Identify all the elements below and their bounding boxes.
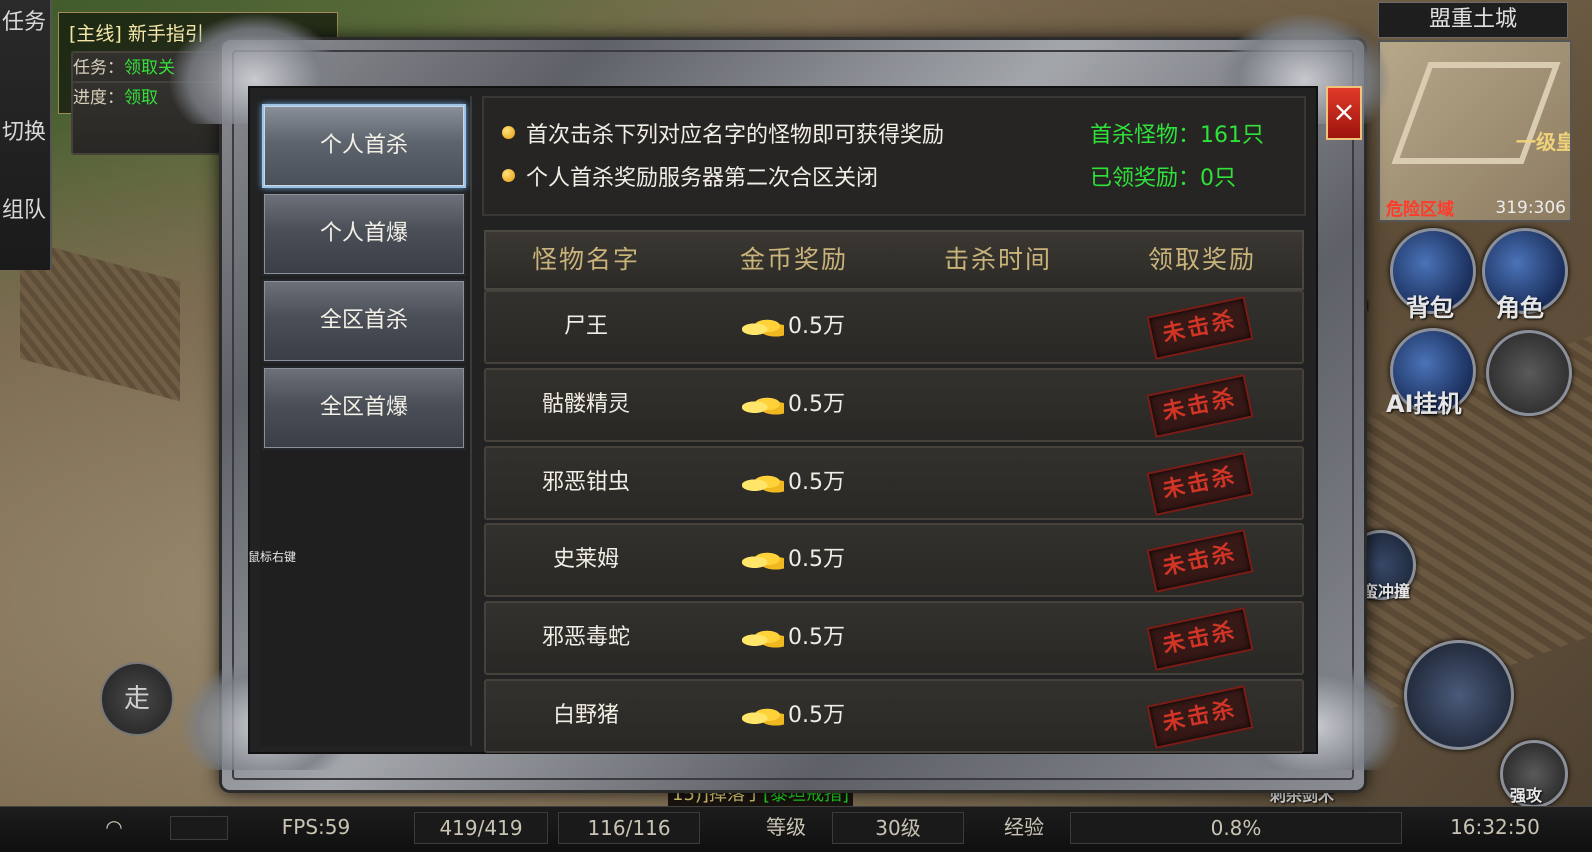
walk-toggle-button[interactable]: 走 [100, 662, 174, 736]
danger-zone-label: 危险区域 [1386, 200, 1454, 220]
not-killed-stamp: 未击杀 [1146, 374, 1254, 438]
gold-coin-icon [742, 705, 784, 727]
right-click-hint: 鼠标右键 [248, 550, 297, 564]
tab-server-first-drop[interactable]: 全区首爆 [262, 366, 466, 450]
gold-coin-icon [742, 472, 784, 494]
gold-amount: 0.5万 [788, 625, 845, 650]
close-button[interactable]: × [1326, 86, 1362, 140]
info-panel [482, 96, 1306, 216]
quest-toggle-button[interactable]: 任务 [2, 8, 46, 38]
column-claim-reward: 领取奖励 [1147, 245, 1256, 274]
table-row: 邪恶钳虫 0.5万 未击杀 [484, 446, 1304, 520]
first-kill-count: 首杀怪物：161只 [1090, 123, 1264, 148]
attack-button[interactable] [1404, 640, 1514, 750]
exp-value: 0.8% [1070, 812, 1402, 844]
gold-coin-icon [742, 394, 784, 416]
not-killed-stamp: 未击杀 [1146, 452, 1254, 516]
monster-name: 邪恶毒蛇 [541, 625, 630, 650]
minimap-place-label: 一级皇 [1516, 130, 1572, 154]
tab-personal-first-kill[interactable]: 个人首杀 [262, 104, 466, 188]
exp-label: 经验 [1004, 815, 1044, 839]
monster-name: 史莱姆 [552, 547, 619, 572]
info-line-2: 个人首杀奖励服务器第二次合区关闭 [526, 166, 879, 191]
gold-amount: 0.5万 [788, 314, 845, 339]
monster-name: 尸王 [563, 314, 608, 339]
gold-reward: 0.5万 [742, 525, 862, 595]
battery-icon [170, 816, 228, 840]
gold-amount: 0.5万 [788, 547, 845, 572]
hp-readout: 419/419 [414, 812, 548, 844]
quest-progress-value[interactable]: 领取 [124, 88, 158, 108]
wifi-icon: ◠ [105, 815, 123, 839]
quest-task-label: 任务： [73, 58, 124, 78]
bullet-icon [502, 126, 515, 139]
quest-task-value[interactable]: 领取关 [124, 58, 175, 78]
claimed-reward-count: 已领奖励：0只 [1090, 166, 1236, 191]
gold-amount: 0.5万 [788, 703, 845, 728]
gold-coin-icon [742, 549, 784, 571]
not-killed-stamp: 未击杀 [1146, 296, 1254, 360]
not-killed-stamp: 未击杀 [1146, 607, 1254, 671]
gold-reward: 0.5万 [742, 681, 862, 751]
monster-name: 白野猪 [552, 703, 619, 728]
column-gold-reward: 金币奖励 [739, 245, 848, 274]
monster-name: 邪恶钳虫 [541, 470, 630, 495]
character-label: 角色 [1496, 294, 1544, 322]
not-killed-stamp: 未击杀 [1146, 685, 1254, 749]
ai-auto-label: AI挂机 [1386, 390, 1462, 418]
table-header: 怪物名字 金币奖励 击杀时间 领取奖励 [484, 230, 1304, 290]
shuriken-skill-button[interactable] [1486, 330, 1572, 416]
level-value: 30级 [832, 812, 964, 844]
column-kill-time: 击杀时间 [943, 245, 1052, 274]
monster-name: 骷髅精灵 [541, 392, 630, 417]
table-row: 白野猪 0.5万 未击杀 [484, 679, 1304, 753]
player-coordinates: 319:306 [1495, 198, 1566, 218]
info-line-1: 首次击杀下列对应名字的怪物即可获得奖励 [526, 123, 945, 148]
gold-reward: 0.5万 [742, 292, 862, 362]
gold-amount: 0.5万 [788, 392, 845, 417]
minimap[interactable]: 一级皇 危险区域 319:306 [1378, 40, 1572, 222]
gold-coin-icon [742, 627, 784, 649]
gold-coin-icon [742, 316, 784, 338]
column-monster-name: 怪物名字 [531, 245, 640, 274]
quest-progress-label: 进度： [73, 88, 124, 108]
tab-server-first-kill[interactable]: 全区首杀 [262, 279, 466, 363]
level-label: 等级 [766, 815, 806, 839]
bag-label: 背包 [1406, 294, 1454, 322]
table-row: 尸王 0.5万 未击杀 [484, 290, 1304, 364]
gold-amount: 0.5万 [788, 470, 845, 495]
not-killed-stamp: 未击杀 [1146, 529, 1254, 593]
bullet-icon [502, 169, 515, 182]
mp-readout: 116/116 [558, 812, 700, 844]
clock: 16:32:50 [1450, 815, 1540, 839]
table-row: 骷髅精灵 0.5万 未击杀 [484, 368, 1304, 442]
gold-reward: 0.5万 [742, 603, 862, 673]
gold-reward: 0.5万 [742, 370, 862, 440]
power-attack-label: 强攻 [1510, 786, 1543, 805]
fps-readout: FPS:59 [281, 815, 351, 839]
team-button[interactable]: 组队 [2, 196, 46, 226]
switch-button[interactable]: 切换 [2, 118, 46, 148]
tab-personal-first-drop[interactable]: 个人首爆 [262, 192, 466, 276]
gold-reward: 0.5万 [742, 448, 862, 518]
table-row: 史莱姆 0.5万 未击杀 [484, 523, 1304, 597]
table-row: 邪恶毒蛇 0.5万 未击杀 [484, 601, 1304, 675]
map-name: 盟重土城 [1378, 2, 1568, 38]
left-toolbar: 任务 切换 组队 [0, 0, 52, 270]
